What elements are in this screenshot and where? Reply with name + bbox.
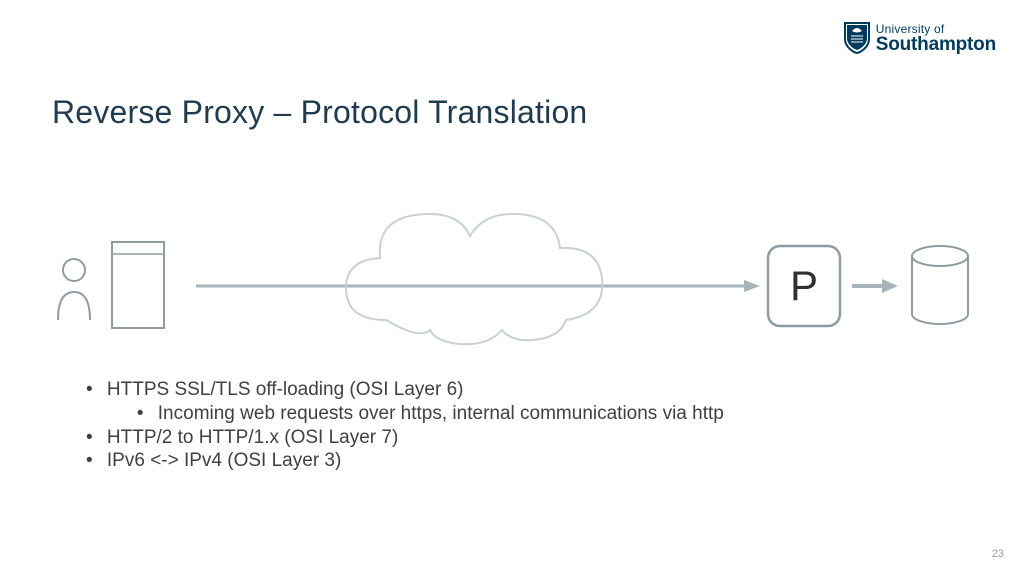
bullet-1: HTTPS SSL/TLS off-loading (OSI Layer 6) … [86,378,724,426]
cloud-icon [346,214,602,344]
database-icon [912,246,968,324]
bullet-list: HTTPS SSL/TLS off-loading (OSI Layer 6) … [86,378,724,473]
bullet-1a: Incoming web requests over https, intern… [137,402,724,426]
slide-title: Reverse Proxy – Protocol Translation [52,94,587,131]
client-box-icon [112,242,164,328]
arrow-client-to-proxy-icon [196,280,760,292]
bullet-3: IPv6 <-> IPv4 (OSI Layer 3) [86,449,724,473]
user-icon [58,259,90,320]
slide: University of Southampton Reverse Proxy … [0,0,1024,576]
bullet-2: HTTP/2 to HTTP/1.x (OSI Layer 7) [86,426,724,450]
page-number: 23 [992,548,1004,560]
logo-line2: Southampton [876,35,996,54]
shield-icon [844,22,870,54]
logo-line1: University of [876,23,996,35]
logo-text: University of Southampton [876,23,996,54]
university-logo: University of Southampton [844,22,996,54]
diagram: P [56,200,976,370]
arrow-proxy-to-db-icon [852,279,898,293]
proxy-box: P [768,246,840,326]
proxy-label: P [790,262,818,309]
